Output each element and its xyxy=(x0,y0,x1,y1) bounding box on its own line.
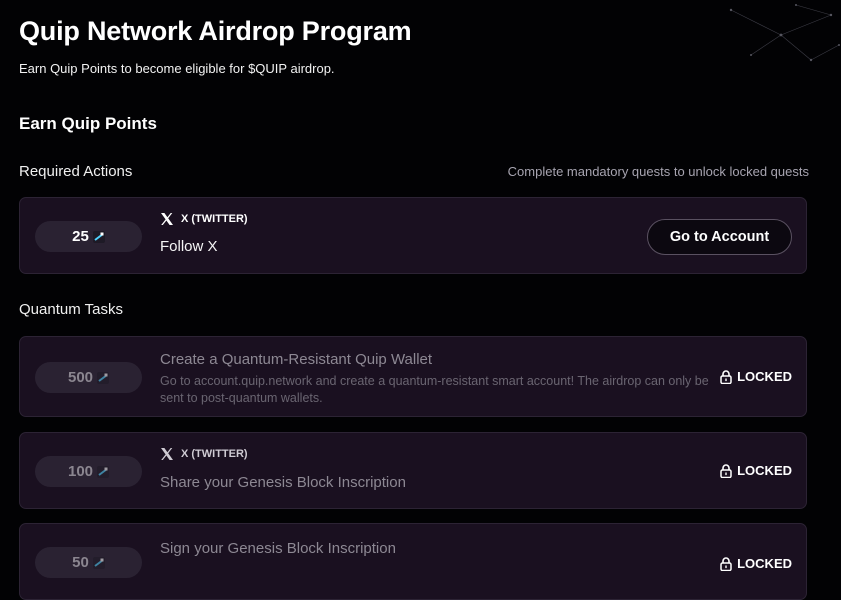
points-badge: 500 xyxy=(35,362,142,393)
points-badge: 100 xyxy=(35,456,142,487)
task-card-sign-inscription: 50 Sign your Genesis Block Inscription L… xyxy=(19,523,807,600)
lock-icon xyxy=(720,463,732,478)
points-value: 50 xyxy=(72,554,89,571)
task-title: Sign your Genesis Block Inscription xyxy=(160,540,396,557)
locked-status: LOCKED xyxy=(720,556,792,571)
quip-points-icon xyxy=(97,465,110,478)
points-badge: 50 xyxy=(35,547,142,578)
page-subtitle: Earn Quip Points to become eligible for … xyxy=(19,61,335,76)
locked-label: LOCKED xyxy=(737,556,792,571)
task-card-share-inscription: 100 X (TWITTER) Share your Genesis Block… xyxy=(19,432,807,509)
x-logo-icon xyxy=(161,213,173,225)
locked-label: LOCKED xyxy=(737,463,792,478)
task-title: Share your Genesis Block Inscription xyxy=(160,474,406,491)
points-value: 500 xyxy=(67,369,94,386)
locked-label: LOCKED xyxy=(737,369,792,384)
quantum-tasks-label: Quantum Tasks xyxy=(19,301,123,318)
background-network-graphic xyxy=(729,4,840,62)
platform-label: X (TWITTER) xyxy=(160,447,248,461)
quip-points-icon xyxy=(92,230,105,243)
platform-label: X (TWITTER) xyxy=(160,212,248,226)
task-title: Create a Quantum-Resistant Quip Wallet xyxy=(160,351,433,368)
platform-name: X (TWITTER) xyxy=(181,213,248,225)
required-actions-hint: Complete mandatory quests to unlock lock… xyxy=(507,164,809,179)
x-logo-icon xyxy=(161,448,173,460)
lock-icon xyxy=(720,369,732,384)
lock-icon xyxy=(720,556,732,571)
quip-points-icon xyxy=(97,371,110,384)
task-card-follow-x: 25 X (TWITTER) Follow X Go to Account xyxy=(19,197,807,274)
task-card-create-wallet: 500 Create a Quantum-Resistant Quip Wall… xyxy=(19,336,807,417)
required-actions-label: Required Actions xyxy=(19,163,133,180)
section-title: Earn Quip Points xyxy=(19,114,157,133)
quip-points-icon xyxy=(92,556,105,569)
points-value: 100 xyxy=(67,463,94,480)
platform-name: X (TWITTER) xyxy=(181,448,248,460)
task-title: Follow X xyxy=(160,238,218,255)
page-title: Quip Network Airdrop Program xyxy=(19,16,412,46)
go-to-account-button[interactable]: Go to Account xyxy=(647,219,792,255)
locked-status: LOCKED xyxy=(720,369,792,384)
points-value: 25 xyxy=(72,228,89,245)
locked-status: LOCKED xyxy=(720,463,792,478)
task-description: Go to account.quip.network and create a … xyxy=(160,374,709,405)
points-badge: 25 xyxy=(35,221,142,252)
